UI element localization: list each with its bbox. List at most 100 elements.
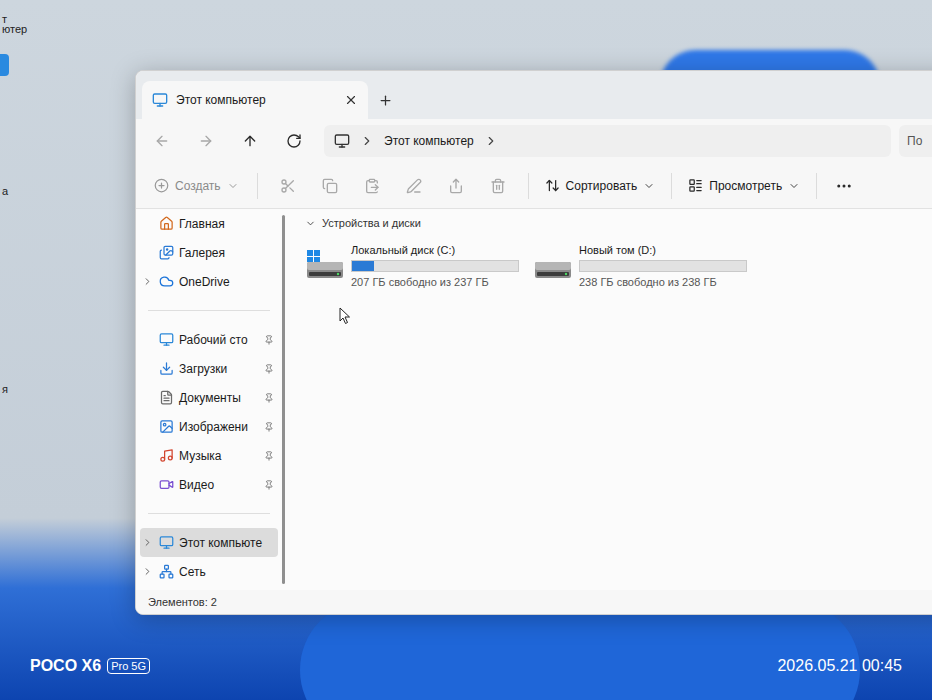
sidebar-item-label: Этот компьюте (179, 534, 274, 552)
back-button[interactable] (148, 127, 176, 155)
refresh-button[interactable] (280, 127, 308, 155)
sidebar-item-icon (159, 390, 174, 405)
sidebar-item-icon (159, 535, 174, 550)
computer-icon (334, 133, 350, 149)
wallpaper-wave (300, 600, 860, 700)
pin-icon[interactable] (264, 451, 274, 461)
sidebar-item-icon (159, 448, 174, 463)
expand-chevron-icon[interactable] (142, 537, 153, 548)
cut-icon (280, 178, 296, 194)
sidebar-item[interactable]: Галерея (140, 238, 278, 267)
content: Устройства и диски Локальный диск (C:) 207… (285, 209, 932, 590)
toolbar-divider (671, 173, 672, 199)
sidebar-item-icon (159, 361, 174, 376)
sidebar-scrollbar[interactable] (282, 215, 285, 584)
sidebar-item-icon (159, 245, 174, 260)
forward-button[interactable] (192, 127, 220, 155)
refresh-icon (286, 133, 302, 149)
drive-icon (305, 250, 345, 282)
tab-label: Этот компьютер (176, 91, 336, 109)
address-bar[interactable]: Этот компьютер (324, 125, 891, 157)
tab[interactable]: Этот компьютер (142, 81, 368, 119)
drive-name: Локальный диск (C:) (351, 242, 519, 259)
paste-button[interactable] (354, 171, 390, 201)
copy-button[interactable] (312, 171, 348, 201)
desktop-icon-label[interactable]: а (0, 186, 8, 197)
watermark-brand: POCO X6 (30, 654, 101, 678)
sidebar-item-label: Документы (179, 389, 259, 407)
sidebar-item[interactable]: Сеть (140, 557, 278, 586)
desktop-icon[interactable] (0, 54, 9, 76)
breadcrumb[interactable]: Этот компьютер (384, 132, 474, 150)
sidebar-item-icon (159, 419, 174, 434)
sidebar-item[interactable]: Главная (140, 209, 278, 238)
drive-list: Локальный диск (C:) 207 ГБ свободно из 23… (305, 240, 932, 293)
delete-icon (490, 178, 506, 194)
pin-icon[interactable] (264, 393, 274, 403)
sidebar-separator (148, 513, 270, 514)
view-icon (688, 178, 703, 193)
view-button[interactable]: Просмотреть (684, 173, 804, 199)
search-box[interactable]: По (899, 125, 932, 157)
group-header[interactable]: Устройства и диски (305, 215, 932, 232)
desktop-icon-label[interactable]: я (0, 384, 8, 395)
expand-chevron-icon[interactable] (142, 276, 153, 287)
sidebar-item-icon (159, 216, 174, 231)
search-placeholder: По (907, 132, 922, 150)
sidebar-item-label: Видео (179, 476, 259, 494)
sidebar-item[interactable]: Изображени (140, 412, 278, 441)
forward-icon (198, 133, 214, 149)
toolbar: Создать Сортировать Просмотреть (136, 163, 932, 209)
sidebar-item[interactable]: Загрузки (140, 354, 278, 383)
cut-button[interactable] (270, 171, 306, 201)
item-count: Элементов: 2 (148, 594, 217, 611)
breadcrumb-chevron-icon[interactable] (484, 134, 498, 148)
sidebar-item[interactable]: Рабочий сто (140, 325, 278, 354)
watermark-timestamp: 2026.05.21 00:45 (777, 654, 902, 678)
pin-icon[interactable] (264, 335, 274, 345)
pin-icon[interactable] (264, 422, 274, 432)
sort-icon (545, 178, 560, 193)
rename-button[interactable] (396, 171, 432, 201)
pin-icon[interactable] (264, 364, 274, 374)
sidebar-item-label: Галерея (179, 244, 274, 262)
drive-usage-fill (352, 261, 374, 271)
back-icon (154, 133, 170, 149)
sidebar-item[interactable]: Музыка (140, 441, 278, 470)
desktop-icon-label[interactable]: ютер (0, 24, 27, 35)
sidebar-item-icon (159, 332, 174, 347)
sidebar-item[interactable]: Этот компьюте (140, 528, 278, 557)
sidebar-item[interactable]: OneDrive (140, 267, 278, 296)
sort-button[interactable]: Сортировать (541, 173, 660, 199)
drive-usage-bar (351, 260, 519, 272)
sidebar-item[interactable]: Документы (140, 383, 278, 412)
title-bar: Этот компьютер (136, 71, 932, 119)
sidebar-item-label: Сеть (179, 563, 274, 581)
new-tab-icon[interactable] (378, 93, 393, 108)
explorer-window: Этот компьютер Этот компьютер По Создать Сор… (135, 70, 932, 615)
more-button[interactable] (829, 171, 859, 201)
drive-tile[interactable]: Локальный диск (C:) 207 ГБ свободно из 23… (305, 240, 521, 293)
delete-button[interactable] (480, 171, 516, 201)
toolbar-divider (257, 173, 258, 199)
copy-icon (322, 178, 338, 194)
drive-usage-bar (579, 260, 747, 272)
collapse-chevron-icon (305, 218, 316, 229)
up-button[interactable] (236, 127, 264, 155)
address-row: Этот компьютер По (136, 119, 932, 163)
mouse-cursor-icon (339, 307, 351, 325)
sidebar-item-label: Главная (179, 215, 274, 233)
camera-watermark: POCO X6 Pro 5G (30, 654, 150, 678)
up-icon (242, 133, 258, 149)
create-button[interactable]: Создать (148, 173, 245, 199)
expand-chevron-icon[interactable] (142, 566, 153, 577)
pin-icon[interactable] (264, 480, 274, 490)
drive-tile[interactable]: Новый том (D:)238 ГБ свободно из 238 ГБ (533, 240, 749, 293)
share-button[interactable] (438, 171, 474, 201)
breadcrumb-chevron-icon[interactable] (360, 134, 374, 148)
close-tab-icon[interactable] (344, 93, 358, 107)
watermark-badge: Pro 5G (107, 658, 150, 674)
dropdown-icon (227, 180, 239, 192)
drive-free-space: 207 ГБ свободно из 237 ГБ (351, 274, 519, 291)
sidebar-item[interactable]: Видео (140, 470, 278, 499)
